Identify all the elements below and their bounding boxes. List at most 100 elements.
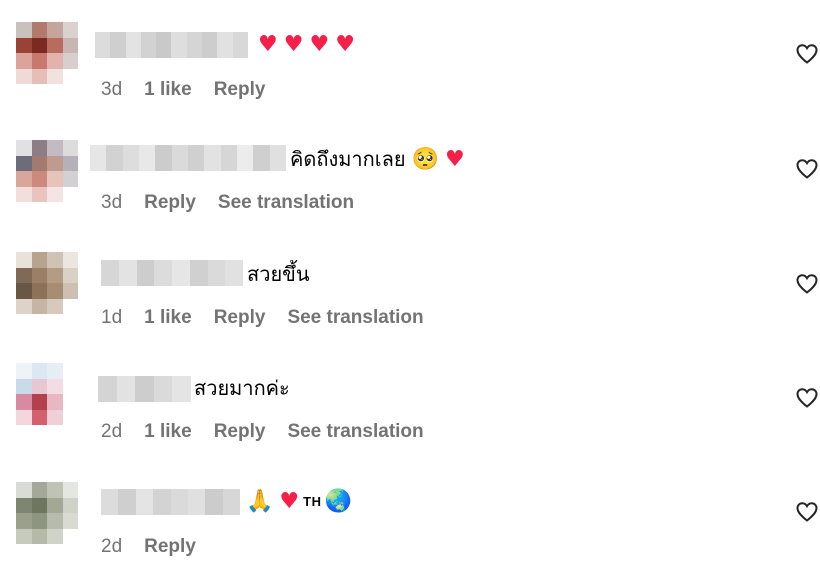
avatar-pixel [62, 528, 78, 544]
heart-icon: ♥ [309, 32, 330, 57]
avatar-pixel [47, 497, 63, 513]
avatar[interactable] [16, 140, 78, 202]
username-redacted[interactable] [101, 489, 240, 515]
avatar-pixel [47, 482, 63, 498]
reply-button[interactable]: Reply [144, 192, 196, 214]
likes-count[interactable]: 1 like [144, 307, 192, 329]
username-pixel [118, 260, 137, 286]
avatar-pixel [16, 22, 32, 38]
likes-count[interactable]: 1 like [144, 79, 192, 101]
avatar-pixel [47, 37, 63, 53]
avatar-pixel [62, 68, 78, 84]
avatar-pixel [31, 528, 47, 544]
see-translation-button[interactable]: See translation [287, 421, 423, 443]
avatar-pixel [31, 513, 47, 529]
username-pixel [135, 489, 154, 515]
avatar-pixel [16, 140, 32, 156]
comment-1: ♥ ♥ ♥ ♥ 3d 1 like Reply [0, 0, 820, 100]
reply-button[interactable]: Reply [214, 307, 266, 329]
avatar[interactable] [16, 482, 78, 544]
heart-icon: ♥ [283, 32, 304, 57]
comment-text: ♥ ♥ ♥ ♥ [252, 30, 355, 60]
avatar-pixel [31, 283, 47, 299]
avatar[interactable] [16, 363, 78, 425]
avatar-pixel [47, 283, 63, 299]
comment-body: คิดถึงมากเลย [290, 149, 406, 171]
username-pixel [138, 145, 156, 171]
username-pixel [269, 145, 286, 171]
see-translation-button[interactable]: See translation [287, 307, 423, 329]
avatar-pixel [31, 252, 47, 268]
likes-count[interactable]: 1 like [144, 421, 192, 443]
username-pixel [153, 376, 173, 402]
avatar-pixel [47, 267, 63, 283]
avatar-pixel [16, 155, 32, 171]
comment-body: สวยมากค่ะ [194, 378, 290, 400]
avatar-pixel [31, 394, 47, 410]
comment-meta: 1d 1 like Reply See translation [101, 306, 446, 330]
avatar-pixel [31, 378, 47, 394]
username-redacted[interactable] [101, 260, 243, 286]
avatar-pixel [47, 409, 63, 425]
comment-text: สวยขึ้น [247, 260, 310, 290]
avatar-pixel [47, 140, 63, 156]
avatar[interactable] [16, 22, 78, 84]
username-pixel [95, 32, 111, 58]
username-pixel [220, 145, 237, 171]
avatar-pixel [47, 363, 63, 379]
avatar-pixel [62, 378, 78, 394]
avatar-pixel [16, 482, 32, 498]
avatar-pixel [31, 37, 47, 53]
comment-meta: 3d Reply See translation [101, 191, 376, 215]
avatar-pixel [62, 409, 78, 425]
avatar-pixel [62, 22, 78, 38]
comment-3: สวยขึ้น 1d 1 like Reply See translation [0, 230, 820, 330]
avatar-pixel [31, 186, 47, 202]
heart-outline-icon[interactable] [795, 386, 819, 410]
comment-text: สวยมากค่ะ [194, 374, 290, 404]
avatar-pixel [16, 252, 32, 268]
comment-body: สวยขึ้น [247, 264, 310, 286]
avatar[interactable] [16, 252, 78, 314]
username-pixel [101, 489, 119, 515]
username-pixel [171, 145, 188, 171]
avatar-pixel [47, 22, 63, 38]
username-redacted[interactable] [98, 376, 191, 402]
avatar-pixel [31, 140, 47, 156]
username-redacted[interactable] [90, 145, 286, 171]
reply-button[interactable]: Reply [144, 536, 196, 558]
avatar-pixel [31, 298, 47, 314]
username-pixel [98, 376, 117, 402]
reply-button[interactable]: Reply [214, 421, 266, 443]
avatar-pixel [47, 394, 63, 410]
username-pixel [140, 32, 157, 58]
heart-icon: ♥ [444, 147, 465, 172]
heart-icon: ♥ [279, 489, 300, 514]
avatar-pixel [16, 409, 32, 425]
avatar-pixel [62, 298, 78, 314]
reply-button[interactable]: Reply [214, 79, 266, 101]
username-pixel [189, 260, 208, 286]
avatar-pixel [16, 68, 32, 84]
username-pixel [171, 32, 187, 58]
username-pixel [156, 32, 172, 58]
heart-outline-icon[interactable] [795, 42, 819, 66]
username-pixel [205, 489, 223, 515]
see-translation-button[interactable]: See translation [218, 192, 354, 214]
heart-outline-icon[interactable] [795, 157, 819, 181]
avatar-pixel [31, 267, 47, 283]
heart-outline-icon[interactable] [795, 500, 819, 524]
username-redacted[interactable] [95, 32, 248, 58]
avatar-pixel [62, 252, 78, 268]
username-pixel [125, 32, 141, 58]
avatar-pixel [16, 171, 32, 187]
username-pixel [122, 145, 139, 171]
avatar-pixel [16, 363, 32, 379]
avatar-pixel [47, 252, 63, 268]
avatar-pixel [62, 394, 78, 410]
comment-meta: 2d Reply [101, 535, 218, 559]
heart-outline-icon[interactable] [795, 272, 819, 296]
pleading-face-icon: 🥺 [411, 147, 439, 172]
avatar-pixel [62, 497, 78, 513]
avatar-pixel [31, 68, 47, 84]
